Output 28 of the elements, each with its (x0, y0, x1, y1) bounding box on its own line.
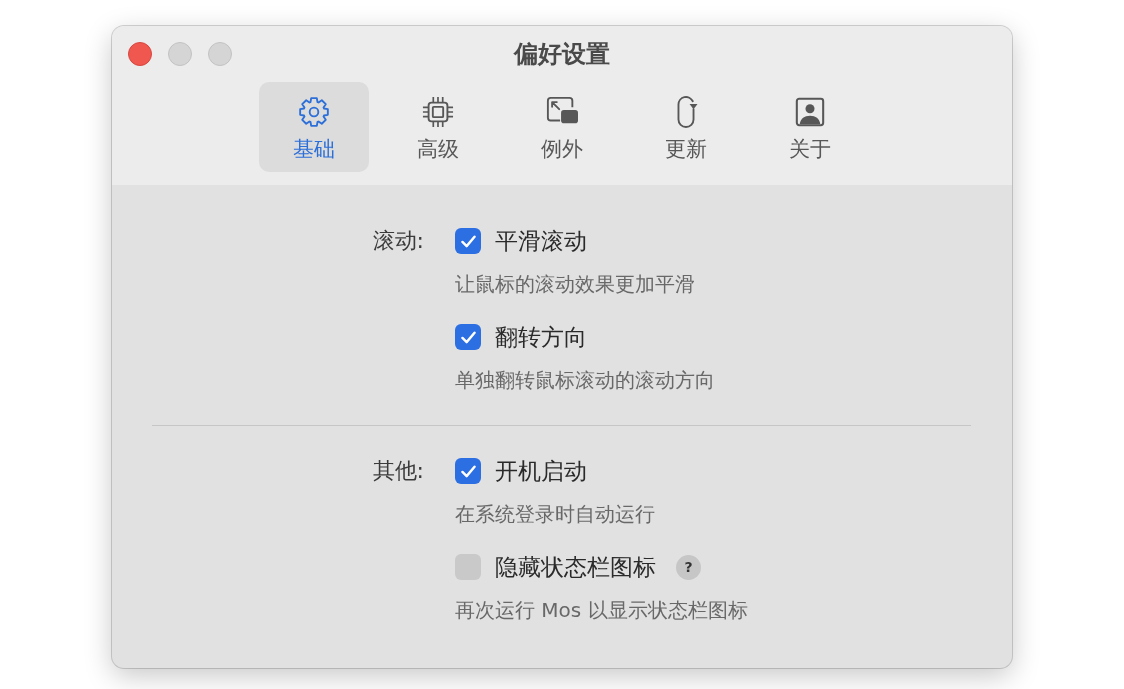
option-label: 隐藏状态栏图标 (495, 553, 656, 582)
option-description: 再次运行 Mos 以显示状态栏图标 (455, 597, 748, 623)
option-description: 在系统登录时自动运行 (455, 501, 655, 527)
tab[interactable]: 例外 (507, 82, 617, 172)
tab[interactable]: 基础 (259, 82, 369, 172)
option-label: 翻转方向 (495, 323, 587, 352)
tab[interactable]: 更新 (631, 82, 741, 172)
close-button[interactable] (128, 42, 152, 66)
chip-icon (422, 96, 454, 128)
checkmark-icon (460, 330, 476, 344)
checkmark-icon (460, 464, 476, 478)
option-description: 让鼠标的滚动效果更加平滑 (455, 271, 695, 297)
section-label: 其他: (372, 457, 424, 485)
section-label: 滚动: (372, 227, 424, 255)
tab[interactable]: 关于 (755, 82, 865, 172)
option-description: 单独翻转鼠标滚动的滚动方向 (455, 367, 715, 393)
window-title: 偏好设置 (514, 39, 610, 69)
checkmark-icon (460, 234, 476, 248)
checkbox[interactable] (455, 554, 481, 580)
checkbox[interactable] (455, 458, 481, 484)
tab[interactable]: 高级 (383, 82, 493, 172)
checkbox[interactable] (455, 324, 481, 350)
gear-icon (298, 96, 330, 128)
checkbox[interactable] (455, 228, 481, 254)
option-label: 开机启动 (495, 457, 587, 486)
help-button[interactable]: ? (676, 554, 701, 580)
person-frame-icon (794, 96, 826, 128)
option-label: 平滑滚动 (495, 227, 587, 256)
